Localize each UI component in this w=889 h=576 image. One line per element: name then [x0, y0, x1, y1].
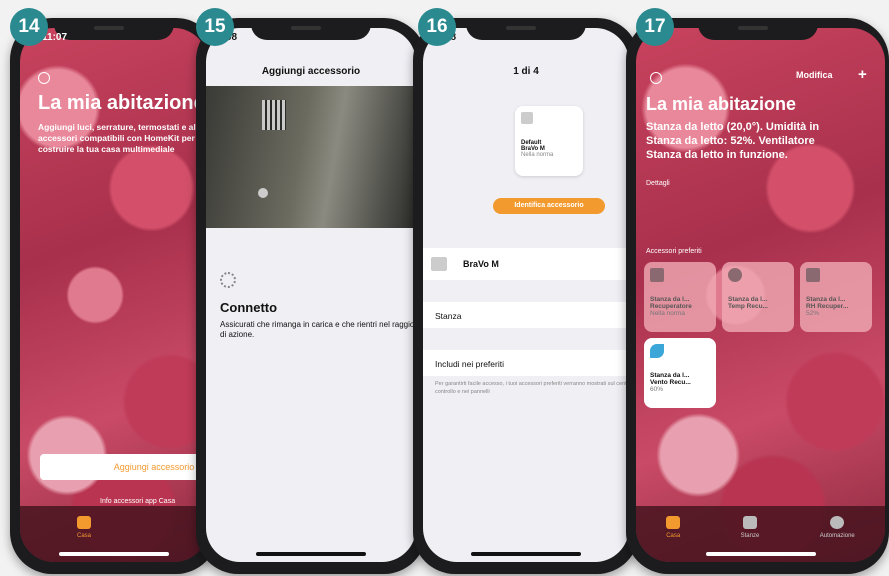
- name-value: BraVo M: [463, 259, 499, 269]
- device-icon: [650, 268, 664, 282]
- tile-status: Nella norma: [650, 310, 686, 317]
- tile-name: Recuperatore: [650, 303, 692, 310]
- fan-icon: [650, 344, 664, 358]
- notch: [697, 18, 818, 40]
- screen-configure-accessory: 08 1 di 4 Default BraVo M Nella norma Id…: [423, 28, 629, 562]
- add-icon[interactable]: +: [858, 66, 867, 83]
- camera-viewfinder: [206, 86, 416, 228]
- tile-room: Stanza da l...: [806, 296, 846, 303]
- rooms-icon: [742, 516, 757, 529]
- identify-accessory-button[interactable]: Identifica accessorio: [493, 198, 605, 214]
- tile-name: Vento Recu...: [650, 379, 691, 386]
- screen-add-accessory: 08 Aggiungi accessorio Connetto Assicura…: [206, 28, 416, 562]
- device-icon: [521, 112, 533, 124]
- card-status: Nella norma: [521, 152, 554, 158]
- screen-home-empty: 11:07 La mia abitazione Aggiungi luci, s…: [20, 28, 208, 562]
- notch: [466, 18, 586, 40]
- clock-icon: [830, 516, 845, 529]
- phone-16: 08 1 di 4 Default BraVo M Nella norma Id…: [413, 18, 639, 574]
- tab-home-label: Casa: [76, 533, 91, 539]
- tile-rh-recuperatore[interactable]: Stanza da l... RH Recuper... 52%: [800, 262, 872, 332]
- step-badge-17: 17: [636, 8, 674, 46]
- home-indicator: [59, 552, 169, 556]
- tile-name: Temp Recu...: [728, 303, 768, 310]
- home-indicator: [705, 552, 816, 556]
- favorites-hint: Per garantirti facile accesso, i tuoi ac…: [435, 381, 629, 395]
- loading-spinner-icon: [220, 272, 236, 288]
- home-description: Aggiungi luci, serrature, termostati e a…: [38, 122, 205, 154]
- nav-title: 1 di 4: [513, 66, 539, 77]
- add-accessory-label: Aggiungi accessorio: [113, 462, 195, 472]
- home-summary: Stanza da letto (20,0°). Umidità in Stan…: [646, 121, 820, 161]
- tile-name: RH Recuper...: [806, 303, 849, 310]
- device-screw: [258, 188, 268, 198]
- favorites-section-label: Accessori preferiti: [646, 248, 702, 255]
- notch: [54, 18, 174, 40]
- tile-temp-recuperatore[interactable]: Stanza da l... Temp Recu...: [722, 262, 794, 332]
- step-badge-14: 14: [10, 8, 48, 46]
- connecting-status: Connetto: [220, 300, 278, 315]
- home-indicator: [471, 552, 581, 556]
- favorites-toggle-row[interactable]: Includi nei preferiti: [423, 350, 629, 376]
- nav-title: Aggiungi accessorio: [261, 66, 361, 77]
- step-badge-16: 16: [418, 8, 456, 46]
- house-icon: [76, 516, 91, 529]
- tab-automation-label: Automazione: [819, 533, 855, 539]
- page-title: La mia abitazione: [646, 94, 797, 114]
- step-badge-15: 15: [196, 8, 234, 46]
- tile-vento-recuperatore[interactable]: Stanza da l... Vento Recu... 60%: [644, 338, 716, 408]
- home-settings-icon[interactable]: [38, 72, 50, 84]
- tile-room: Stanza da l...: [728, 296, 768, 303]
- edit-button[interactable]: Modifica: [796, 70, 833, 80]
- thermometer-icon: [728, 268, 742, 282]
- room-row[interactable]: Stanza: [423, 302, 629, 328]
- add-accessory-button[interactable]: Aggiungi accessorio: [40, 454, 208, 480]
- tile-status: 52%: [806, 310, 820, 317]
- device-icon: [806, 268, 820, 282]
- tab-home[interactable]: Casa: [666, 516, 680, 539]
- info-accessories-link[interactable]: Info accessori app Casa: [100, 498, 175, 505]
- qr-code: [262, 100, 286, 130]
- phone-14: 11:07 La mia abitazione Aggiungi luci, s…: [10, 18, 218, 574]
- tab-rooms[interactable]: Stanze: [740, 516, 760, 539]
- accessory-card: Default BraVo M Nella norma: [515, 106, 583, 176]
- tab-rooms-label: Stanze: [740, 533, 760, 539]
- name-field[interactable]: BraVo M: [423, 248, 629, 280]
- details-link[interactable]: Dettagli: [646, 180, 670, 187]
- tab-automation[interactable]: Automazione: [820, 516, 855, 539]
- screen-home-configured: Modifica + La mia abitazione Stanza da l…: [636, 28, 885, 562]
- home-settings-icon[interactable]: [650, 72, 662, 84]
- tile-status: 60%: [650, 386, 664, 393]
- tile-recuperatore[interactable]: Stanza da l... Recuperatore Nella norma: [644, 262, 716, 332]
- tab-home[interactable]: Casa: [76, 516, 91, 539]
- phone-15: 08 Aggiungi accessorio Connetto Assicura…: [196, 18, 426, 574]
- tile-room: Stanza da l...: [650, 372, 690, 379]
- device-icon: [431, 257, 447, 271]
- page-title: La mia abitazione: [38, 92, 205, 114]
- tile-room: Stanza da l...: [650, 296, 690, 303]
- house-icon: [666, 516, 681, 529]
- notch: [251, 18, 371, 40]
- favorites-label: Includi nei preferiti: [435, 359, 504, 369]
- home-indicator: [256, 552, 366, 556]
- tab-home-label: Casa: [666, 533, 681, 539]
- connecting-hint: Assicurati che rimanga in carica e che r…: [220, 320, 415, 339]
- phone-17: Modifica + La mia abitazione Stanza da l…: [626, 18, 889, 574]
- room-label: Stanza: [435, 311, 462, 321]
